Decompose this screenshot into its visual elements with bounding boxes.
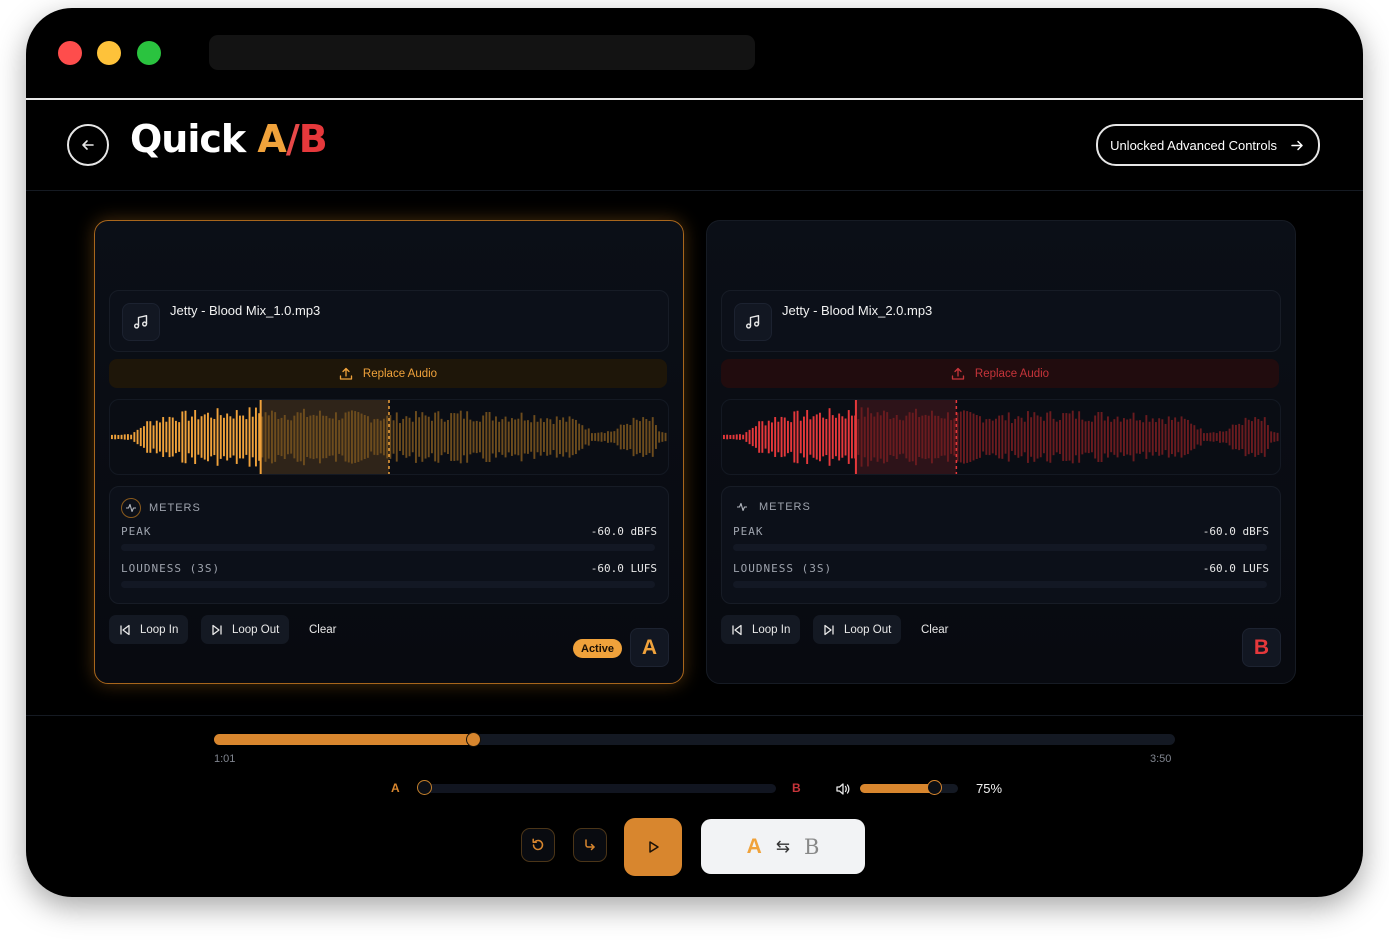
volume-percent: 75% (976, 781, 1003, 796)
skip-forward-icon (824, 624, 834, 635)
skip-forward-icon (212, 624, 222, 635)
deck-a-file-name: Jetty - Blood Mix_1.0.mp3 (170, 303, 321, 318)
play-button[interactable] (624, 818, 682, 876)
deck-b-peak-meter (733, 544, 1267, 551)
deck-a-loop-out-label: Loop Out (232, 623, 280, 636)
deck-b-loudness-meter (733, 581, 1267, 588)
restart-button[interactable] (521, 828, 555, 862)
back-button[interactable] (67, 124, 109, 166)
time-end: 3:50 (1150, 753, 1172, 765)
deck-a-clear-button[interactable]: Clear (309, 615, 336, 644)
deck-a-peak-meter (121, 544, 655, 551)
deck-a-meters-title: METERS (149, 502, 201, 514)
minimize-window-button[interactable] (97, 41, 121, 65)
title-slash: / (285, 117, 300, 161)
deck-b-replace-label: Replace Audio (974, 367, 1050, 380)
skip-back-icon (120, 624, 130, 635)
address-bar[interactable] (209, 35, 755, 70)
volume-slider[interactable] (860, 780, 958, 795)
crossfade-a-label: A (391, 781, 400, 795)
title-main: Quick (130, 117, 258, 161)
advanced-controls-label: Unlocked Advanced Controls (1110, 137, 1277, 153)
deck-b-peak-label: PEAK (733, 525, 764, 538)
title-a: A (257, 117, 286, 161)
deck-b-waveform-graphic (723, 400, 1279, 474)
seek-bar[interactable] (214, 732, 1175, 747)
deck-a-loudness-label: LOUDNESS (3S) (121, 562, 221, 575)
rotate-ccw-icon (532, 838, 544, 851)
app-window: Quick A/B Unlocked Advanced Controls Jet… (26, 8, 1363, 897)
deck-b-clear-button[interactable]: Clear (921, 615, 948, 644)
deck-a-loop-out-button[interactable]: Loop Out (201, 615, 290, 644)
swap-icon: ⇆ (775, 836, 790, 857)
deck-b-loop-in-label: Loop In (752, 623, 791, 636)
deck-a-letter: A (630, 628, 669, 667)
deck-b-file-card: Jetty - Blood Mix_2.0.mp3 (721, 290, 1281, 352)
arrow-left-icon (82, 140, 94, 150)
deck-a-peak-label: PEAK (121, 525, 152, 538)
deck-b-letter[interactable]: B (1242, 628, 1281, 667)
deck-b-meters-title: METERS (759, 501, 811, 513)
deck-b-loudness-label: LOUDNESS (3S) (733, 562, 833, 575)
deck-a-waveform[interactable] (109, 399, 669, 475)
crossfade-slider[interactable] (417, 780, 776, 795)
deck-b-loop-out-label: Loop Out (844, 623, 892, 636)
deck-a-peak-value: -60.0 dBFS (590, 525, 657, 538)
arrow-right-icon (1291, 140, 1303, 150)
deck-b-replace-audio-button[interactable]: Replace Audio (721, 359, 1279, 388)
music-note-icon (122, 303, 160, 341)
deck-a-active-badge: Active (573, 639, 623, 658)
volume-icon[interactable] (835, 781, 851, 797)
advanced-controls-button[interactable]: Unlocked Advanced Controls (1096, 124, 1320, 166)
seek-bar-progress (214, 734, 474, 745)
deck-b-panel[interactable]: Jetty - Blood Mix_2.0.mp3 Replace Audio … (706, 220, 1296, 684)
deck-a-loop-in-button[interactable]: Loop In (109, 615, 189, 644)
deck-b-peak-value: -60.0 dBFS (1202, 525, 1269, 538)
pulse-icon (733, 498, 751, 516)
page-header: Quick A/B Unlocked Advanced Controls (26, 100, 1363, 191)
return-to-loop-button[interactable] (573, 828, 607, 862)
corner-down-right-icon (585, 839, 595, 851)
switch-a-label: A (746, 834, 762, 858)
deck-a-loudness-meter (121, 581, 655, 588)
title-bar (26, 8, 1363, 98)
ab-switch-button[interactable]: A ⇆ B (701, 819, 865, 874)
volume-level (860, 784, 934, 793)
time-start: 1:01 (214, 753, 236, 765)
close-window-button[interactable] (58, 41, 82, 65)
deck-a-panel[interactable]: Jetty - Blood Mix_1.0.mp3 Replace Audio … (94, 220, 684, 684)
switch-b-label: B (803, 834, 820, 859)
deck-b-loudness-value: -60.0 LUFS (1202, 562, 1269, 575)
deck-a-loop-in-label: Loop In (140, 623, 179, 636)
music-note-icon (734, 303, 772, 341)
deck-a-file-card: Jetty - Blood Mix_1.0.mp3 (109, 290, 669, 352)
upload-icon (339, 367, 353, 380)
volume-handle[interactable] (926, 780, 942, 795)
crossfade-b-label: B (792, 781, 801, 795)
deck-b-waveform[interactable] (721, 399, 1281, 475)
deck-b-loop-out-button[interactable]: Loop Out (813, 615, 902, 644)
deck-b-loop-in-button[interactable]: Loop In (721, 615, 801, 644)
deck-b-meters-header: METERS (733, 498, 811, 516)
deck-a-replace-label: Replace Audio (362, 367, 438, 380)
pulse-icon (121, 498, 141, 518)
deck-a-replace-audio-button[interactable]: Replace Audio (109, 359, 667, 388)
upload-icon (951, 367, 965, 380)
deck-a-meters: METERS PEAK -60.0 dBFS LOUDNESS (3S) -60… (109, 486, 669, 604)
skip-back-icon (732, 624, 742, 635)
deck-a-meters-header: METERS (121, 498, 201, 518)
deck-b-meters: METERS PEAK -60.0 dBFS LOUDNESS (3S) -60… (721, 486, 1281, 604)
deck-b-file-name: Jetty - Blood Mix_2.0.mp3 (782, 303, 933, 318)
crossfade-handle[interactable] (417, 780, 432, 795)
title-b: B (298, 117, 328, 161)
play-icon (649, 841, 659, 853)
seek-bar-handle[interactable] (466, 732, 482, 747)
deck-a-waveform-graphic (111, 400, 667, 474)
transport-divider (26, 715, 1363, 716)
deck-a-loudness-value: -60.0 LUFS (590, 562, 657, 575)
page-title: Quick A/B (130, 117, 328, 161)
maximize-window-button[interactable] (137, 41, 161, 65)
